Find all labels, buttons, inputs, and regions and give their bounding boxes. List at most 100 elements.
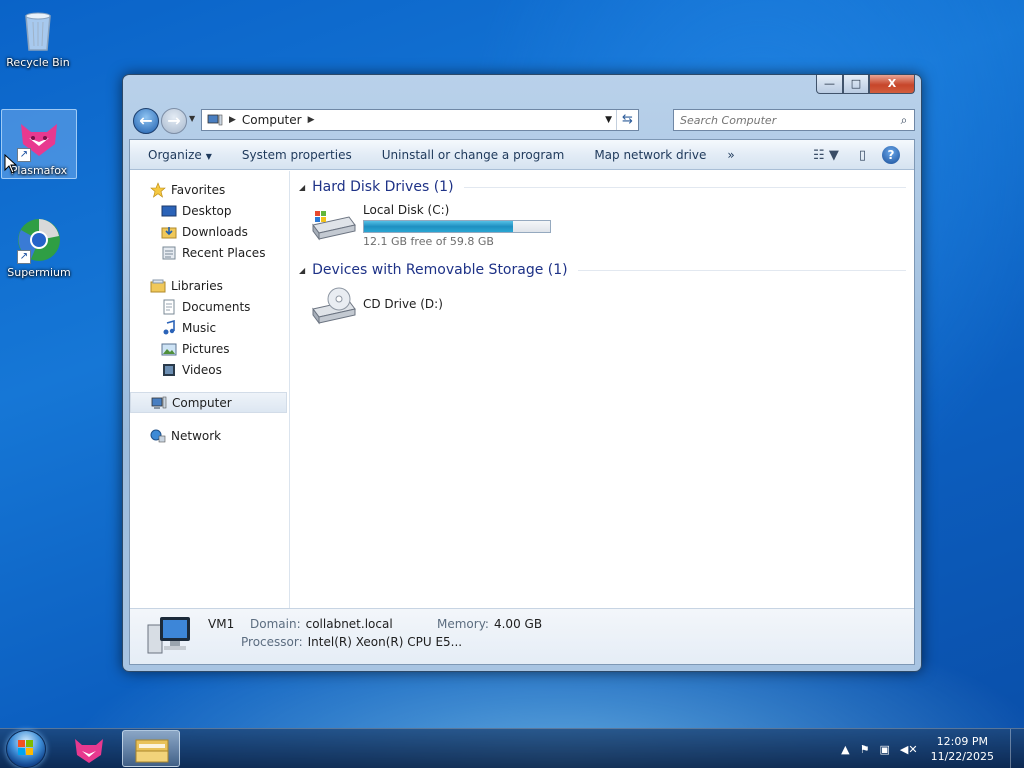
breadcrumb-separator-icon[interactable]: ▶ (229, 115, 236, 125)
computer-icon (207, 114, 223, 126)
clock[interactable]: 12:09 PM 11/22/2025 (931, 734, 994, 764)
taskbar-plasmafox[interactable] (60, 730, 118, 767)
nav-label: Recent Places (182, 245, 266, 260)
group-divider (463, 186, 906, 188)
processor-detail: Processor: Intel(R) Xeon(R) CPU E5... (241, 635, 462, 649)
recent-places-icon (162, 246, 176, 259)
nav-desktop[interactable]: Desktop (130, 200, 289, 221)
nav-recent-places[interactable]: Recent Places (130, 242, 289, 263)
nav-label: Pictures (182, 341, 230, 356)
nav-favorites[interactable]: Favorites (130, 179, 289, 200)
clock-date: 11/22/2025 (930, 750, 994, 763)
disk-usage-fill (364, 221, 513, 232)
window-controls: — □ X (816, 75, 915, 94)
nav-downloads[interactable]: Downloads (130, 221, 289, 242)
group-divider (577, 269, 906, 271)
nav-label: Downloads (182, 224, 248, 239)
desktop-icon-label: Supermium (7, 266, 71, 279)
system-tray: ▲ ⚑ ▣ ◀✕ 12:09 PM 11/22/2025 (836, 729, 1024, 768)
minimize-button[interactable]: — (816, 75, 843, 94)
uninstall-program-button[interactable]: Uninstall or change a program (367, 148, 580, 162)
documents-icon (163, 299, 175, 314)
drive-cd-d[interactable]: CD Drive (D:) (309, 285, 443, 325)
network-icon (150, 429, 166, 442)
map-network-drive-button[interactable]: Map network drive (579, 148, 721, 162)
drive-info: Local Disk (C:) 12.1 GB free of 59.8 GB (363, 203, 551, 248)
navigation-pane: Favorites Desktop Downloads Recent Place… (130, 171, 290, 608)
nav-label: Network (171, 428, 222, 443)
nav-label: Documents (182, 299, 251, 314)
back-button[interactable]: ← (133, 108, 159, 134)
recent-pages-dropdown[interactable]: ▼ (189, 114, 195, 123)
maximize-button[interactable]: □ (843, 75, 869, 94)
libraries-icon (150, 279, 166, 292)
show-hidden-icons-button[interactable]: ▲ (841, 743, 849, 756)
refresh-icon[interactable]: ⇆ (616, 110, 638, 130)
command-bar: Organize ▼ System properties Uninstall or… (130, 140, 914, 170)
breadcrumb-separator-icon[interactable]: ▶ (308, 115, 315, 125)
nav-label: Computer (172, 395, 232, 410)
volume-muted-icon[interactable]: ◀✕ (900, 743, 918, 756)
recycle-bin-icon (14, 6, 62, 54)
explorer-window: — □ X ← → ▼ ▶ Computer ▶ ▼ ⇆ ⌕ Organize▼ (122, 74, 922, 672)
close-button[interactable]: X (869, 75, 915, 94)
nav-label: Videos (182, 362, 222, 377)
chevron-down-icon: ▼ (205, 151, 212, 161)
address-dropdown-icon[interactable]: ▼ (605, 115, 612, 125)
videos-icon (163, 363, 175, 376)
change-view-icon[interactable]: ☷ ▼ (813, 148, 839, 163)
nav-label: Desktop (182, 203, 232, 218)
more-commands-button[interactable]: » (721, 148, 749, 162)
preview-pane-icon[interactable]: ▯ (859, 148, 866, 163)
domain-detail: Domain: collabnet.local (250, 617, 393, 631)
taskbar-explorer[interactable] (122, 730, 180, 767)
system-properties-button[interactable]: System properties (227, 148, 367, 162)
search-input[interactable] (674, 111, 894, 129)
address-bar[interactable]: ▶ Computer ▶ ▼ ⇆ (201, 109, 639, 131)
nav-network[interactable]: Network (130, 425, 289, 446)
nav-documents[interactable]: Documents (130, 296, 289, 317)
music-icon (163, 319, 175, 334)
memory-detail: Memory: 4.00 GB (437, 617, 542, 631)
group-title: Devices with Removable Storage (1) (312, 262, 568, 278)
address-row: ← → ▼ ▶ Computer ▶ ▼ ⇆ ⌕ (131, 107, 915, 135)
drive-local-disk-c[interactable]: Local Disk (C:) 12.1 GB free of 59.8 GB (309, 203, 551, 248)
shortcut-arrow-icon: ↗ (17, 250, 31, 264)
plasmafox-icon: ↗ (15, 114, 63, 162)
hard-drive-icon (312, 211, 356, 241)
nav-label: Favorites (171, 182, 226, 197)
forward-button[interactable]: → (161, 108, 187, 134)
nav-libraries[interactable]: Libraries (130, 275, 289, 296)
start-button[interactable] (6, 730, 46, 768)
help-icon[interactable]: ? (882, 146, 900, 164)
clock-time: 12:09 PM (936, 735, 988, 748)
desktop-icon-label: Recycle Bin (6, 56, 70, 69)
nav-label: Music (182, 320, 217, 335)
nav-pictures[interactable]: Pictures (130, 338, 289, 359)
nav-computer[interactable]: Computer (130, 392, 287, 413)
breadcrumb-computer[interactable]: Computer (242, 113, 302, 127)
drive-free-space: 12.1 GB free of 59.8 GB (363, 235, 494, 248)
show-desktop-button[interactable] (1010, 729, 1024, 768)
search-icon[interactable]: ⌕ (894, 113, 914, 128)
mouse-cursor-icon (4, 154, 18, 174)
desktop-icon (161, 205, 177, 216)
desktop-icon-supermium[interactable]: ↗ Supermium (1, 212, 77, 279)
collapse-triangle-icon[interactable]: ◢ (299, 266, 305, 275)
group-hard-disk-drives[interactable]: ◢ Hard Disk Drives (1) (299, 179, 906, 195)
group-removable-storage[interactable]: ◢ Devices with Removable Storage (1) (299, 262, 906, 278)
network-status-icon[interactable]: ▣ (880, 743, 890, 756)
desktop-icon-recycle-bin[interactable]: Recycle Bin (0, 2, 76, 69)
nav-music[interactable]: Music (130, 317, 289, 338)
nav-label: Libraries (171, 278, 223, 293)
processor-value: Intel(R) Xeon(R) CPU E5... (307, 635, 463, 649)
action-center-flag-icon[interactable]: ⚑ (860, 743, 870, 756)
organize-button[interactable]: Organize ▼ (130, 148, 227, 162)
computer-icon (151, 396, 167, 409)
explorer-frame: Organize ▼ System properties Uninstall or… (129, 139, 915, 665)
collapse-triangle-icon[interactable]: ◢ (299, 183, 305, 192)
nav-videos[interactable]: Videos (130, 359, 289, 380)
search-box[interactable]: ⌕ (673, 109, 915, 131)
